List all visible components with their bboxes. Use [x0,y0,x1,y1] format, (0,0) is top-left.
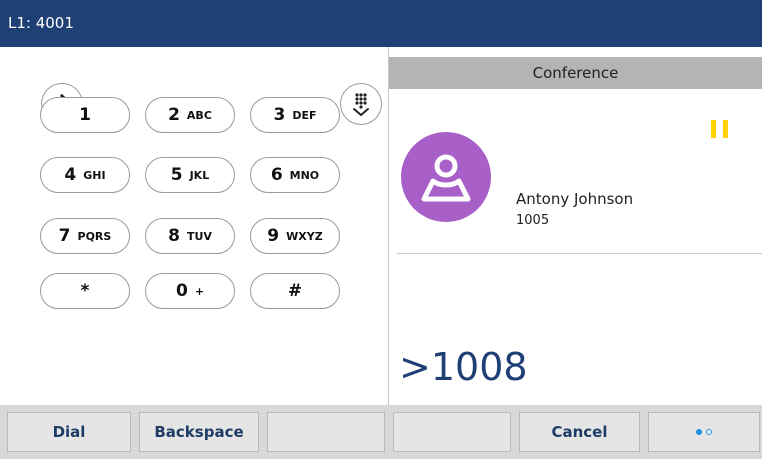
dialpad-panel: 1 2 ABC 3 DEF 4 GHI 5 JKL 6 MNO 7 PQRS 8 TUV 9 WXYZ * 0 + # [0,47,388,405]
key-digit: 8 [168,226,180,246]
key-digit: 2 [168,105,180,125]
softkey-bar: Dial Backspace Cancel [0,405,762,459]
cancel-softkey[interactable]: Cancel [519,412,640,452]
key-digit: 3 [273,105,286,125]
key-digit: 7 [58,226,71,246]
key-0[interactable]: 0 + [145,273,235,309]
key-letters: PQRS [77,229,112,243]
key-4[interactable]: 4 GHI [40,157,130,193]
key-hash[interactable]: # [250,273,340,309]
empty-softkey-4[interactable] [393,412,511,452]
key-6[interactable]: 6 MNO [250,157,340,193]
key-letters: + [194,284,205,298]
key-letters: GHI [83,168,106,182]
dial-softkey[interactable]: Dial [7,412,131,452]
key-3[interactable]: 3 DEF [250,97,340,133]
hide-dialpad-button[interactable] [340,83,382,125]
key-digit: 6 [270,165,283,185]
key-2[interactable]: 2 ABC [145,97,235,133]
line-label: L1: 4001 [8,14,74,32]
key-letters: WXYZ [286,229,323,243]
key-letters: TUV [186,229,212,243]
contact-avatar [401,132,491,222]
person-icon [421,154,471,202]
key-star[interactable]: * [40,273,130,309]
more-softkey[interactable] [648,412,760,452]
status-bar: L1: 4001 [0,0,762,47]
key-digit: 5 [170,165,183,185]
key-8[interactable]: 8 TUV [145,218,235,254]
call-panel: Conference Antony Johnson 1005 >1008 [389,47,762,405]
key-letters: ABC [186,108,212,122]
key-digit: * [80,281,90,301]
empty-softkey-3[interactable] [267,412,385,452]
key-1[interactable]: 1 [40,97,130,133]
page-dot-active [696,429,702,435]
backspace-softkey[interactable]: Backspace [139,412,259,452]
key-letters: DEF [292,108,317,122]
key-digit: # [287,281,303,301]
call-header: Conference [389,57,762,89]
key-letters: JKL [189,168,210,182]
key-5[interactable]: 5 JKL [145,157,235,193]
key-digit: 9 [267,226,280,246]
page-indicator [696,429,712,435]
page-dot-inactive [706,429,712,435]
key-digit: 4 [64,165,77,185]
key-7[interactable]: 7 PQRS [40,218,130,254]
key-letters: MNO [289,168,320,182]
hold-indicator-icon [711,120,731,138]
key-digit: 0 [175,281,188,301]
contact-name: Antony Johnson [516,190,634,208]
key-9[interactable]: 9 WXYZ [250,218,340,254]
dialpad-icon [353,93,369,116]
key-digit: 1 [79,105,91,125]
dialed-number: >1008 [399,345,528,389]
contact-number: 1005 [516,213,550,228]
separator [397,253,762,254]
